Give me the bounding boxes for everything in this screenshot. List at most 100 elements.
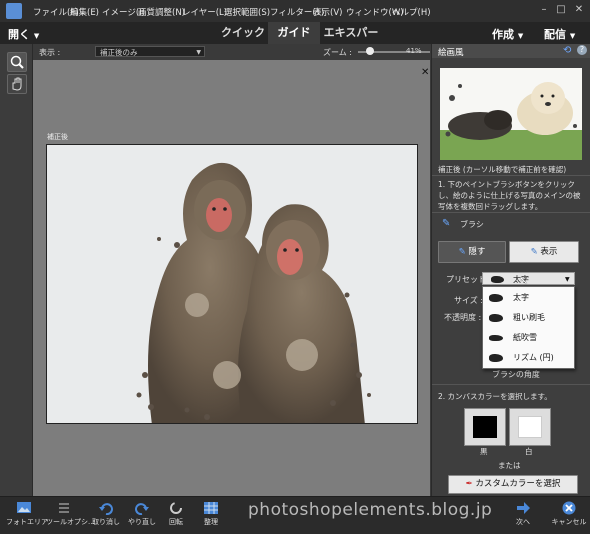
brush-angle-label: ブラシの角度 (492, 370, 540, 379)
undo-label: 取り消し (92, 518, 120, 526)
zoom-label: ズーム : (323, 48, 352, 57)
menu-view[interactable]: 表示(V) (313, 6, 342, 18)
show-button[interactable]: ✎ 表示 (509, 241, 579, 263)
mouse-cursor-icon: ↖ (519, 274, 529, 287)
paintbrush-icon[interactable]: ✎ (442, 218, 450, 229)
panel-title: 絵画風 (438, 48, 464, 58)
menu-layer[interactable]: レイヤー(L) (182, 6, 227, 18)
guided-panel: 絵画風 ⟲ ? 補正後 (カーソル移動で補正前を確認) 1. 下のペイントブラシ… (431, 44, 590, 496)
opacity-label: 不透明度 : (444, 313, 482, 322)
redo-button[interactable]: やり直し (124, 501, 160, 531)
tool-options-icon (59, 503, 69, 513)
tab-guided[interactable]: ガイド (268, 22, 320, 44)
view-value: 補正後のみ (100, 48, 138, 57)
zoom-slider-handle[interactable] (366, 47, 374, 55)
brush-label: ブラシ (460, 220, 484, 229)
arrow-right-icon (517, 502, 530, 514)
edited-photo[interactable] (46, 144, 418, 424)
brush-stroke-icon (489, 354, 503, 362)
black-swatch (473, 416, 497, 438)
tool-options-button[interactable]: ツールオプシ... (46, 501, 95, 531)
zoom-value: 41% (406, 47, 422, 55)
thumbnail-caption: 補正後 (カーソル移動で補正前を確認) (438, 165, 567, 174)
menu-select[interactable]: 選択範囲(S) (224, 6, 270, 18)
preset-option-confetti[interactable]: 紙吹雪 (483, 328, 574, 348)
custom-color-button[interactable]: ✒ カスタムカラーを選択 (448, 475, 578, 494)
black-canvas-button[interactable] (464, 408, 506, 446)
black-label: 黒 (480, 447, 488, 456)
mode-bar: 開く ▼ クイック ガイド エキスパート 作成 ▼ 配信 ▼ (0, 22, 590, 61)
help-icon[interactable]: ? (577, 45, 587, 55)
chevron-down-icon: ▼ (565, 276, 570, 283)
close-window-icon[interactable]: ✕ (572, 4, 586, 16)
before-after-thumbnail[interactable] (440, 68, 582, 160)
redo-label: やり直し (128, 518, 156, 526)
cancel-button[interactable]: キャンセル (551, 501, 587, 531)
photo-bin-label: フォトエリア (6, 518, 48, 526)
view-select[interactable]: 補正後のみ ▼ (95, 46, 205, 57)
photo-bin-button[interactable]: フォトエリア (6, 501, 48, 531)
preset-option-bold[interactable]: 太字 (483, 288, 574, 308)
organize-button[interactable]: 整理 (193, 501, 229, 531)
share-label: 配信 (544, 28, 566, 41)
chevron-down-icon: ▼ (196, 49, 201, 56)
undo-button[interactable]: 取り消し (88, 501, 124, 531)
undo-icon (99, 503, 113, 515)
rotate-label: 回転 (169, 518, 183, 526)
show-label: 表示 (540, 247, 558, 257)
toolbox (0, 44, 33, 496)
reset-icon[interactable]: ⟲ (563, 45, 571, 56)
brush-stroke-icon (489, 294, 503, 302)
options-bar: 表示 : 補正後のみ ▼ ズーム : 41% (33, 44, 430, 60)
open-button[interactable]: 開く ▼ (8, 26, 39, 42)
white-canvas-button[interactable] (509, 408, 551, 446)
open-label: 開く (8, 28, 30, 41)
zoom-tool[interactable] (7, 52, 27, 72)
next-label: 次へ (516, 518, 530, 526)
menu-help[interactable]: ヘルプ(H) (392, 6, 431, 18)
hide-label: 隠す (468, 247, 486, 257)
menu-enhance[interactable]: 画質調整(N) (138, 6, 185, 18)
brush-show-icon: ✎ (530, 247, 538, 257)
view-label: 表示 : (39, 48, 61, 57)
next-button[interactable]: 次へ (505, 501, 541, 531)
create-button[interactable]: 作成 ▼ (492, 26, 523, 42)
tool-options-label: ツールオプシ... (46, 518, 95, 526)
tab-quick[interactable]: クイック (218, 22, 268, 44)
cancel-label: キャンセル (551, 518, 587, 526)
close-canvas-icon[interactable]: ✕ (421, 67, 429, 78)
hand-tool[interactable] (7, 74, 27, 94)
share-button[interactable]: 配信 ▼ (544, 26, 575, 42)
or-label: または (498, 461, 521, 470)
preset-select[interactable]: 太字 ▼ (482, 272, 575, 285)
step1-instructions: 1. 下のペイントブラシボタンをクリックし、絵のように仕上げる写真のメインの被写… (438, 180, 581, 211)
cancel-icon (562, 501, 576, 515)
preset-option-rhythm[interactable]: リズム (円) (483, 348, 574, 368)
minimize-icon[interactable]: – (537, 4, 551, 16)
maximize-icon[interactable]: □ (554, 4, 568, 16)
monkeys-illustration (136, 162, 371, 423)
white-label: 白 (525, 447, 533, 456)
tab-expert[interactable]: エキスパート (320, 22, 382, 61)
hide-button[interactable]: ✎ 隠す (438, 241, 506, 263)
chevron-down-icon: ▼ (569, 32, 576, 40)
rotate-button[interactable]: 回転 (158, 501, 194, 531)
preset-option-label: 粗い刷毛 (513, 313, 545, 322)
after-label: 補正後 (47, 133, 68, 141)
app-logo-icon (6, 3, 22, 19)
brush-stroke-icon (491, 276, 504, 283)
preset-dropdown-list: 太字 粗い刷毛 紙吹雪 リズム (円) (482, 286, 575, 369)
create-label: 作成 (492, 28, 514, 41)
preset-option-rough[interactable]: 粗い刷毛 (483, 308, 574, 328)
size-label: サイズ : (454, 296, 483, 305)
preset-option-label: 太字 (513, 293, 529, 302)
divider (432, 175, 590, 176)
step2-instructions: 2. カンバスカラーを選択します。 (438, 392, 552, 401)
brush-stroke-icon (489, 314, 503, 322)
photo-bin-icon (17, 502, 31, 513)
watermark-text: photoshopelements.blog.jp (248, 500, 493, 520)
menu-edit[interactable]: 編集(E) (70, 6, 99, 18)
grid-icon (204, 502, 218, 514)
magnifier-icon (10, 55, 24, 69)
preset-option-label: リズム (円) (513, 353, 554, 362)
